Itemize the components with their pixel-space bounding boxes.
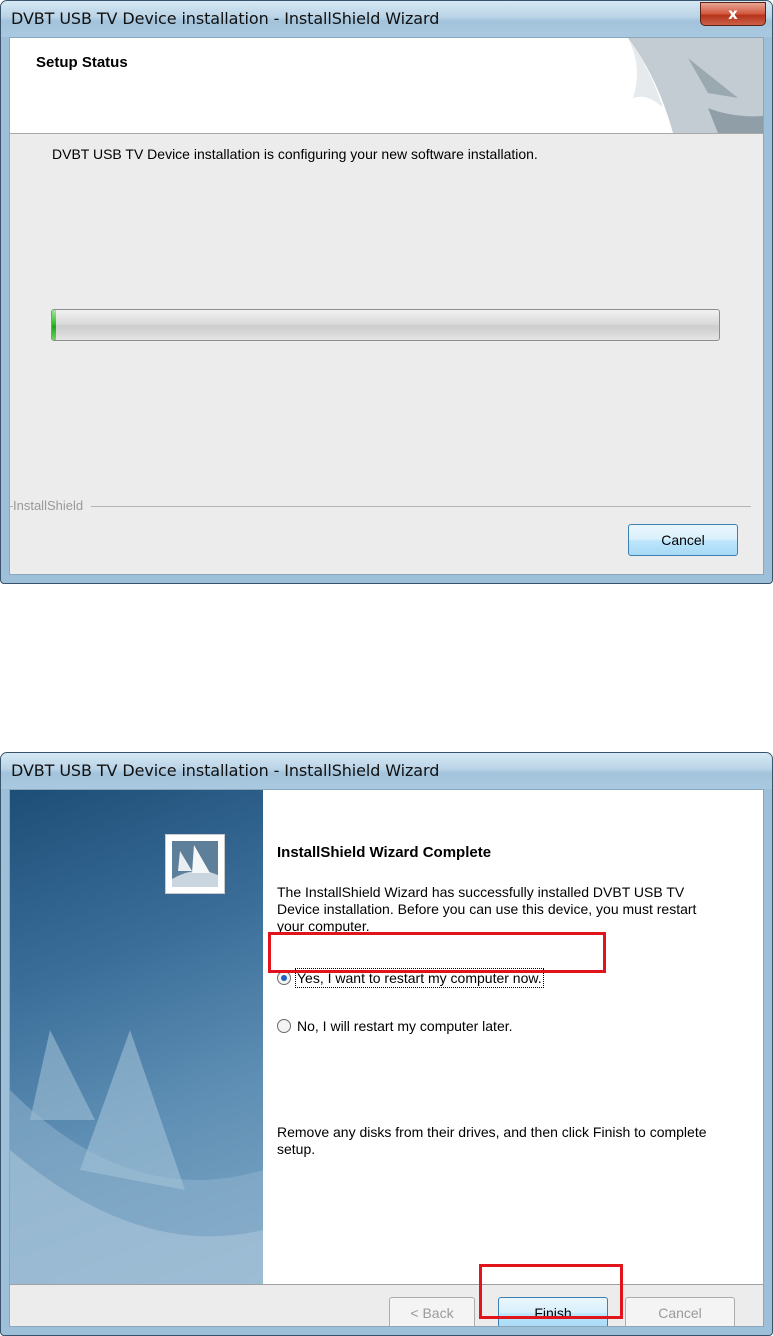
radio-checked-icon[interactable] (277, 971, 291, 985)
highlight-finish-button (479, 1264, 623, 1319)
radio-unchecked-icon[interactable] (277, 1019, 291, 1033)
header-band: Setup Status (10, 38, 763, 134)
installshield-header-graphic (628, 38, 763, 133)
page-title: Setup Status (36, 54, 128, 71)
content-panel: InstallShield Wizard Complete The Instal… (263, 790, 763, 1284)
installshield-side-graphic (10, 1030, 263, 1284)
restart-later-label[interactable]: No, I will restart my computer later. (297, 1018, 513, 1034)
dialog-body: InstallShield Wizard Complete The Instal… (9, 789, 764, 1327)
wizard-complete-window: DVBT USB TV Device installation - Instal… (0, 752, 773, 1336)
progress-bar (51, 309, 720, 341)
progress-fill (52, 310, 56, 340)
cancel-button[interactable]: Cancel (625, 1297, 735, 1326)
close-button[interactable]: x (700, 2, 766, 26)
brand-separator: InstallShield (10, 498, 751, 514)
restart-now-option[interactable]: Yes, I want to restart my computer now. (277, 968, 544, 990)
window-title: DVBT USB TV Device installation - Instal… (11, 9, 440, 28)
complete-message: The InstallShield Wizard has successfull… (277, 884, 697, 934)
cancel-button[interactable]: Cancel (628, 524, 738, 556)
complete-heading: InstallShield Wizard Complete (277, 844, 492, 861)
setup-status-window: DVBT USB TV Device installation - Instal… (0, 0, 773, 584)
title-bar[interactable]: DVBT USB TV Device installation - Instal… (1, 753, 772, 789)
logo-icon (172, 841, 218, 887)
status-message: DVBT USB TV Device installation is confi… (52, 146, 538, 162)
dialog-body: Setup Status DVBT USB TV Device installa… (9, 37, 764, 575)
highlight-restart-option (268, 932, 606, 973)
title-bar[interactable]: DVBT USB TV Device installation - Instal… (1, 1, 772, 37)
back-button[interactable]: < Back (389, 1297, 475, 1326)
separator-line (10, 506, 751, 507)
remove-disks-message: Remove any disks from their drives, and … (277, 1124, 707, 1157)
window-title: DVBT USB TV Device installation - Instal… (11, 761, 440, 780)
installshield-logo (165, 834, 225, 894)
close-icon: x (728, 5, 738, 23)
installshield-brand: InstallShield (13, 498, 92, 513)
footer-separator (10, 1284, 763, 1285)
restart-later-option[interactable]: No, I will restart my computer later. (277, 1018, 513, 1038)
side-banner (10, 790, 263, 1284)
